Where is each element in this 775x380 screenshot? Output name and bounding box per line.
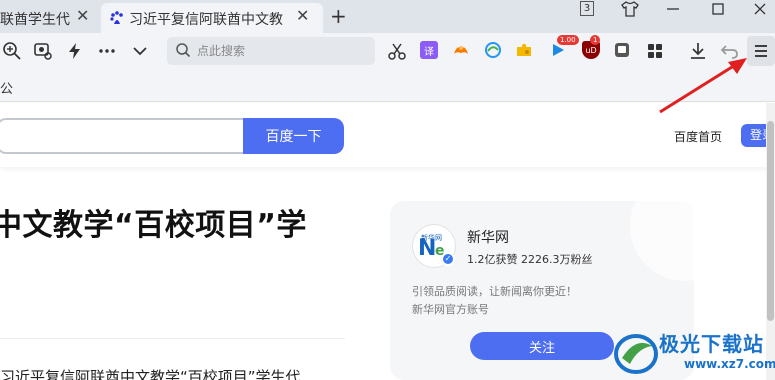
scrollbar-thumb[interactable] [767,121,774,321]
tshirt-icon[interactable] [621,1,639,17]
edge-icon[interactable] [484,41,502,59]
article-title: 中文教学“百校项目”学 [0,208,307,243]
watermark-url: www.xz7.com [684,357,775,371]
extension-badge: 1 [590,35,601,45]
main-menu-button[interactable] [747,36,775,66]
ublock-icon[interactable]: uD 1 [582,35,601,59]
verified-icon: ✓ [441,252,455,266]
more-icon[interactable] [97,41,117,61]
tab-active[interactable]: 习近平复信阿联酋中文教 ✕ [101,3,323,33]
watermark: 极光下载站 www.xz7.com [612,324,775,380]
close-window-icon[interactable] [752,1,768,17]
play-extension[interactable]: 1.00 [549,35,579,59]
baidu-home-link[interactable]: 百度首页 [674,128,722,145]
baidu-search-input[interactable] [0,118,243,154]
author-official-label: 新华网官方账号 [412,303,489,316]
lightning-icon[interactable] [65,41,85,61]
search-icon [176,43,191,58]
minimize-icon[interactable] [665,1,681,17]
tab-label: 习近平复信阿联酋中文教 [129,12,283,28]
annotation-arrow-icon [659,58,747,114]
tab-strip: 联酋学生代 ✕ 习近平复信阿联酋中文教 ✕ + 3 [0,0,775,33]
extension-badge: 1.00 [557,35,579,45]
maximize-icon[interactable] [710,1,726,17]
article-body: 习近平复信阿联酋中文教学“百校项目”学生代 [0,368,301,380]
author-description: 引领品质阅读，让新闻离你更近！ [412,285,577,298]
screenshot-icon[interactable] [33,41,53,61]
tab-inactive[interactable]: 联酋学生代 ✕ [0,3,100,33]
ublock-label: uD [585,45,597,55]
svg-text:新华网: 新华网 [421,233,442,242]
baidu-search-button[interactable]: 百度一下 [243,118,344,154]
menu-icon [755,45,767,57]
divider [0,338,345,339]
translate-label: 译 [424,46,434,58]
watermark-logo-icon [614,334,658,374]
search-input[interactable] [197,41,367,61]
card-decoration [630,201,694,281]
chevron-down-icon[interactable] [130,41,150,61]
scissors-icon[interactable] [387,41,407,61]
search-box[interactable] [167,37,375,65]
pocket-icon[interactable] [613,41,631,59]
follow-button[interactable]: 关注 [470,332,614,360]
game-icon[interactable] [452,41,470,59]
author-stats: 1.2亿获赞 2226.3万粉丝 [467,253,593,266]
author-name[interactable]: 新华网 [467,227,509,247]
tab-count-badge[interactable]: 3 [580,1,594,16]
close-icon[interactable]: ✕ [76,6,89,25]
tab-label: 联酋学生代 [0,12,70,28]
watermark-title: 极光下载站 [659,332,764,356]
puzzle-icon[interactable] [515,41,533,59]
baidu-paw-icon [110,11,123,24]
bookmark-item[interactable]: 公 [0,78,13,97]
zoom-icon[interactable] [2,41,22,61]
new-tab-button[interactable]: + [330,4,347,28]
close-icon[interactable]: ✕ [296,6,309,25]
translate-icon[interactable]: 译 [420,41,438,59]
